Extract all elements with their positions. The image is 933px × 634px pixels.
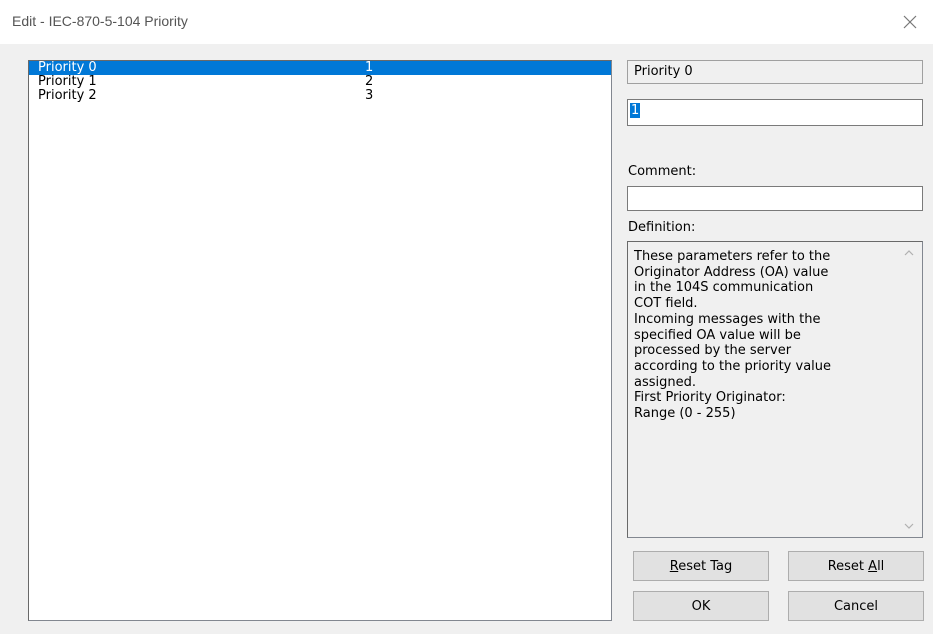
comment-input[interactable]: [627, 186, 923, 211]
list-item-value: 3: [365, 88, 374, 103]
value-input[interactable]: 1: [627, 99, 923, 126]
list-item-value: 1: [365, 60, 374, 75]
list-item-name: Priority 0: [38, 60, 97, 75]
comment-label: Comment:: [628, 164, 697, 179]
list-item-value: 2: [365, 74, 374, 89]
parameter-name-field: Priority 0: [627, 60, 923, 84]
cancel-button[interactable]: Cancel: [788, 591, 924, 621]
scroll-up-arrow-icon[interactable]: [904, 250, 914, 256]
title-bar: Edit - IEC-870-5-104 Priority: [0, 0, 933, 44]
ok-button[interactable]: OK: [633, 591, 769, 621]
list-item-priority-2[interactable]: Priority 2 3: [29, 89, 611, 103]
list-item-priority-1[interactable]: Priority 1 2: [29, 75, 611, 89]
definition-text: These parameters refer to the Originator…: [634, 249, 832, 422]
list-item-name: Priority 2: [38, 88, 97, 103]
close-icon: [903, 15, 917, 29]
reset-all-button[interactable]: Reset All: [788, 551, 924, 581]
definition-textbox[interactable]: These parameters refer to the Originator…: [627, 241, 923, 538]
scroll-down-arrow-icon[interactable]: [904, 523, 914, 529]
list-item-priority-0[interactable]: Priority 0 1: [29, 61, 611, 75]
value-input-text: 1: [630, 103, 641, 118]
list-item-name: Priority 1: [38, 74, 97, 89]
close-button[interactable]: [887, 0, 933, 44]
reset-all-label: Reset All: [827, 558, 885, 574]
reset-tag-button[interactable]: Reset Tag: [633, 551, 769, 581]
definition-label: Definition:: [628, 220, 696, 235]
window-title: Edit - IEC-870-5-104 Priority: [12, 13, 188, 29]
parameter-list[interactable]: Priority 0 1 Priority 1 2 Priority 2 3: [28, 60, 612, 621]
reset-tag-label: Reset Tag: [669, 558, 733, 574]
